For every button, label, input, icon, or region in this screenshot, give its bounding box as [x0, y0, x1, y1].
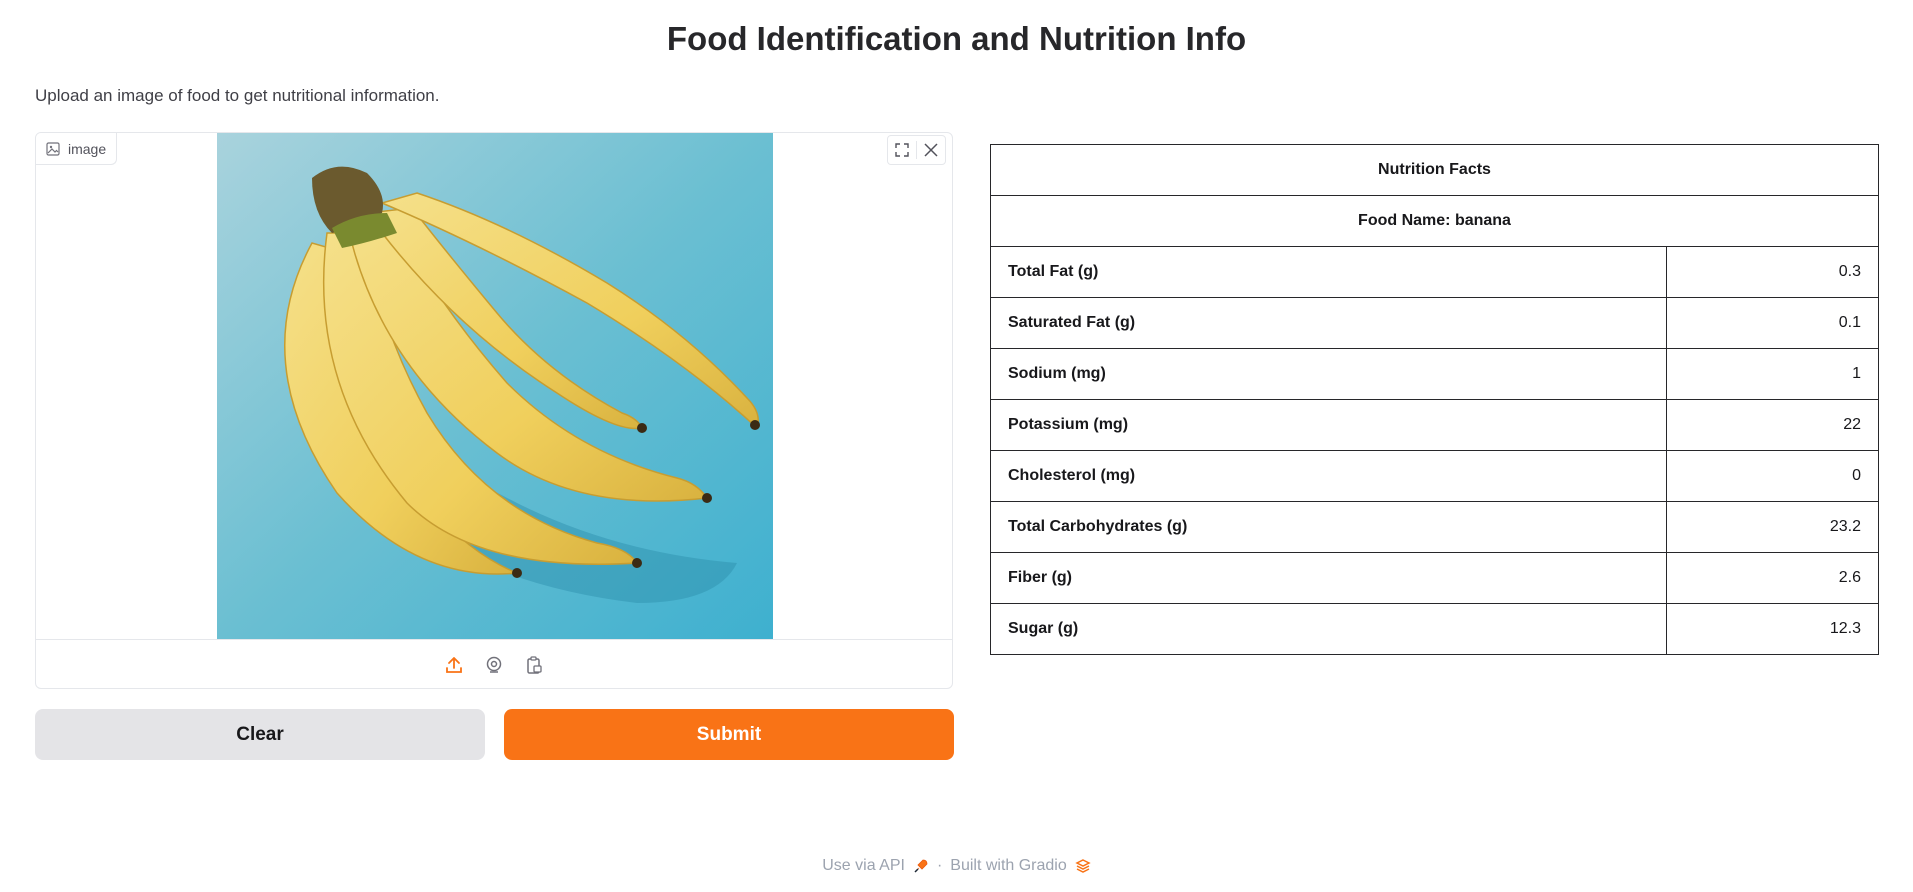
- upload-icon[interactable]: [440, 651, 468, 679]
- image-source-bar: [36, 639, 952, 688]
- table-row: Total Fat (g) 0.3: [990, 246, 1879, 298]
- image-input-panel[interactable]: image: [35, 132, 953, 689]
- nutrient-label: Total Carbohydrates (g): [990, 501, 1667, 553]
- use-api-link[interactable]: Use via API: [822, 857, 929, 875]
- nutrient-label: Saturated Fat (g): [990, 297, 1667, 349]
- page-title: Food Identification and Nutrition Info: [666, 20, 1247, 57]
- fullscreen-icon[interactable]: [888, 136, 916, 164]
- footer-separator: ·: [936, 857, 943, 874]
- nutrient-label: Potassium (mg): [990, 399, 1667, 451]
- image-icon: [46, 141, 60, 156]
- banana-photo: [217, 133, 773, 639]
- nutrient-value: 22: [1666, 399, 1879, 451]
- use-api-label: Use via API: [822, 857, 905, 874]
- table-row: Sugar (g) 12.3: [990, 603, 1879, 655]
- table-row: Total Carbohydrates (g) 23.2: [990, 501, 1879, 553]
- nutrition-header: Nutrition Facts: [990, 144, 1879, 196]
- food-name: Food Name: banana: [990, 195, 1879, 247]
- table-row: Potassium (mg) 22: [990, 399, 1879, 451]
- table-row: Cholesterol (mg) 0: [990, 450, 1879, 502]
- nutrient-value: 0: [1666, 450, 1879, 502]
- nutrient-value: 2.6: [1666, 552, 1879, 604]
- nutrient-value: 0.1: [1666, 297, 1879, 349]
- page-description: Upload an image of food to get nutrition…: [35, 86, 440, 105]
- nutrient-label: Total Fat (g): [990, 246, 1667, 298]
- nutrient-value: 1: [1666, 348, 1879, 400]
- nutrient-label: Fiber (g): [990, 552, 1667, 604]
- table-row: Saturated Fat (g) 0.1: [990, 297, 1879, 349]
- built-with-label: Built with Gradio: [950, 857, 1067, 874]
- gradio-link[interactable]: Built with Gradio: [950, 857, 1091, 875]
- image-preview: [36, 133, 952, 639]
- gradio-logo-icon: [1075, 859, 1091, 873]
- clipboard-icon[interactable]: [520, 651, 548, 679]
- nutrient-label: Sodium (mg): [990, 348, 1667, 400]
- nutrient-value: 12.3: [1666, 603, 1879, 655]
- image-label-badge: image: [36, 133, 118, 165]
- nutrient-label: Cholesterol (mg): [990, 450, 1667, 502]
- nutrient-label: Sugar (g): [990, 603, 1667, 655]
- close-icon[interactable]: [917, 136, 945, 164]
- rocket-icon: [914, 859, 928, 873]
- table-row: Sodium (mg) 1: [990, 348, 1879, 400]
- webcam-icon[interactable]: [480, 651, 508, 679]
- image-controls: [887, 135, 946, 165]
- table-row: Fiber (g) 2.6: [990, 552, 1879, 604]
- footer: Use via API · Built with Gradio: [0, 857, 1913, 875]
- image-label: image: [68, 140, 107, 157]
- clear-button[interactable]: Clear: [35, 709, 485, 760]
- nutrient-value: 0.3: [1666, 246, 1879, 298]
- nutrition-table: Nutrition Facts Food Name: banana Total …: [990, 144, 1879, 655]
- submit-button[interactable]: Submit: [504, 709, 954, 760]
- nutrient-value: 23.2: [1666, 501, 1879, 553]
